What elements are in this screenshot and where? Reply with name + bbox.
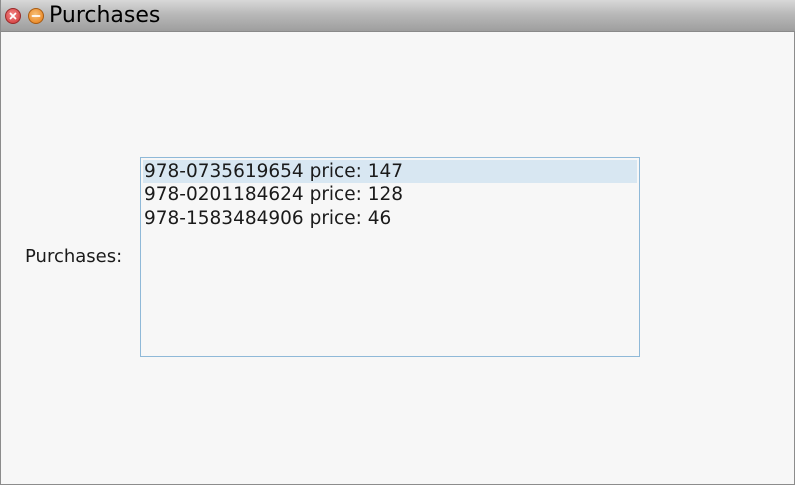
window-title: Purchases xyxy=(49,3,161,28)
close-icon xyxy=(9,12,17,20)
purchases-label: Purchases: xyxy=(25,246,123,267)
title-bar[interactable]: Purchases xyxy=(1,0,795,32)
list-item[interactable]: 978-0201184624 price: 128 xyxy=(143,183,637,206)
list-item[interactable]: 978-1583484906 price: 46 xyxy=(143,207,637,230)
minimize-icon xyxy=(31,15,41,17)
purchases-list[interactable]: 978-0735619654 price: 147 978-0201184624… xyxy=(140,157,640,357)
list-item[interactable]: 978-0735619654 price: 147 xyxy=(143,160,637,183)
main-window: Purchases Purchases: 978-0735619654 pric… xyxy=(0,0,795,485)
close-button[interactable] xyxy=(5,8,21,24)
minimize-button[interactable] xyxy=(28,8,44,24)
